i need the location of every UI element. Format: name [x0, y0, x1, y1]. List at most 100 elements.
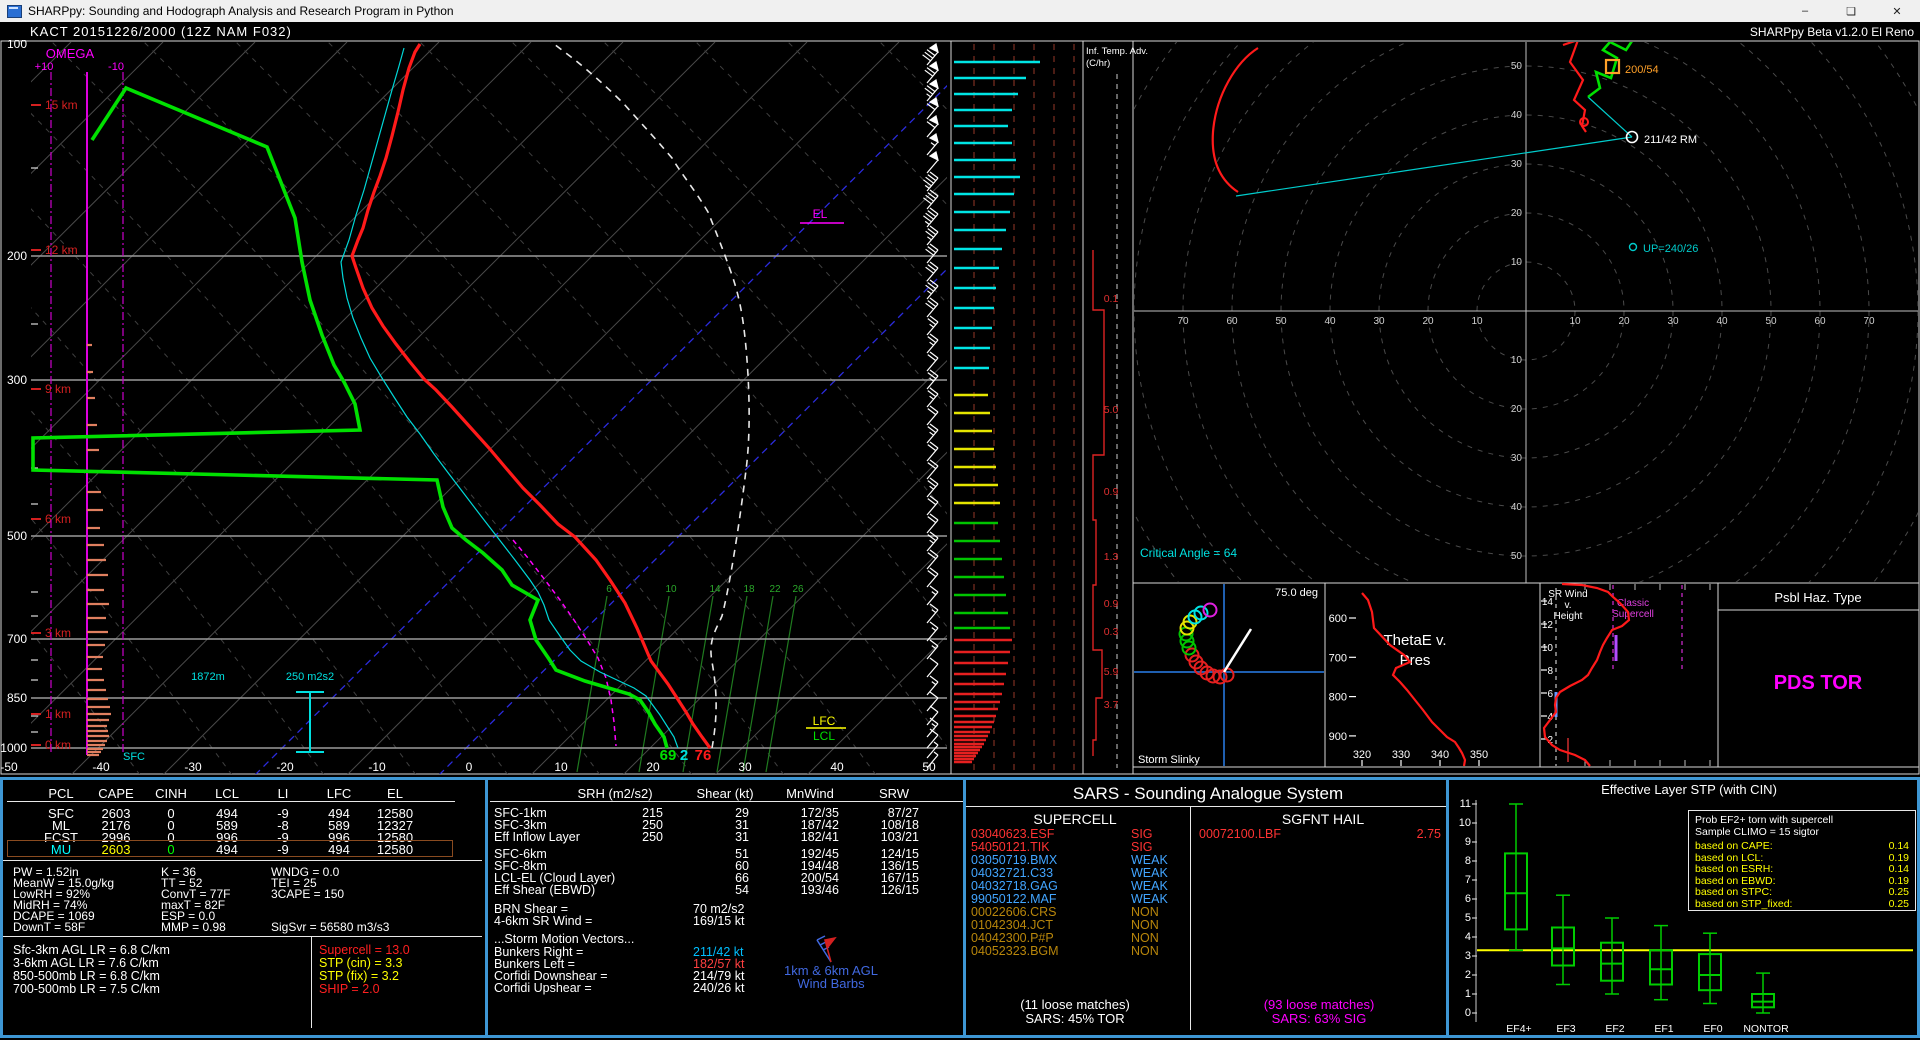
pressure-label: 200 — [7, 249, 27, 263]
isotherm-line — [0, 42, 71, 775]
pressure-label: 1000 — [0, 741, 27, 755]
stp-legend-text: based on ESRH: — [1695, 864, 1773, 875]
wind-barb — [927, 496, 938, 515]
sars-match-id: 04032721.C33 — [971, 867, 1053, 880]
wind-barb — [926, 244, 938, 263]
wind-barb — [927, 742, 938, 758]
minimize-button[interactable]: – — [1782, 0, 1828, 22]
thetae-temp-label: 350 — [1470, 749, 1488, 761]
barb-caption: Wind Barbs — [797, 977, 864, 990]
sars-match-id: 04052323.BGM — [971, 945, 1059, 958]
thetae-pressure-label: 700 — [1329, 652, 1347, 664]
srwind-height-label: 10 — [1542, 643, 1554, 654]
isotherm-line — [71, 42, 807, 775]
stp-category-label: EF4+ — [1506, 1024, 1531, 1035]
svg-text:70: 70 — [1863, 316, 1875, 327]
temp-label: 50 — [922, 760, 936, 774]
kinematics-extra-label: 4-6km SR Wind = — [494, 915, 592, 928]
wind-barb — [927, 658, 938, 677]
sfc-dewpoint-value: 69 — [660, 747, 677, 764]
dry-adiabat-line — [328, 42, 968, 775]
svg-text:50: 50 — [1765, 316, 1777, 327]
dry-adiabat-line — [0, 42, 324, 775]
app-icon — [7, 5, 22, 18]
updraft-marker — [1630, 244, 1637, 251]
stp-legend-value: 0.19 — [1889, 876, 1909, 887]
height-km-label: 12 km — [45, 243, 78, 257]
dry-adiabat-line — [144, 42, 784, 775]
separator-line — [311, 936, 312, 1028]
thetae-curve — [1362, 593, 1465, 766]
dry-adiabat-line — [0, 42, 232, 775]
inflow-height-label: 1872m — [191, 671, 225, 683]
advection-value: 0.1 — [1104, 293, 1119, 305]
stp-legend-text: Sample CLIMO = 15 sigtor — [1695, 827, 1819, 838]
sars-match-id: 99050122.MAF — [971, 893, 1056, 906]
kinematics-header: SRW — [879, 787, 909, 800]
advection-value: 5.9 — [1104, 666, 1119, 678]
main-display: 1002003005007008501000-50-40-30-20-10010… — [0, 40, 1920, 777]
slinky-tilt-vector — [1224, 629, 1251, 672]
svg-text:30: 30 — [1373, 316, 1385, 327]
isotherm-line — [0, 42, 163, 775]
srwind-height-label: 8 — [1547, 666, 1553, 677]
wind-barb — [927, 352, 938, 371]
kinematics-header: Shear (kt) — [696, 787, 753, 800]
pressure-label: 500 — [7, 529, 27, 543]
height-km-label: 3 km — [45, 626, 71, 640]
updraft-label: UP=240/26 — [1643, 243, 1698, 255]
stp-axis-label: 11 — [1460, 799, 1471, 810]
dry-adiabat-line — [0, 42, 140, 775]
isotherm-line — [439, 42, 1175, 775]
advection-value: 3.7 — [1104, 699, 1119, 711]
hazard-value: PDS TOR — [1774, 672, 1863, 694]
svg-text:70: 70 — [1177, 316, 1189, 327]
1km-6km-barb-icon — [795, 928, 855, 968]
isotherm-line — [163, 42, 899, 775]
inflow-srh-label: 250 m2s2 — [286, 671, 334, 683]
stp-legend-text: based on CAPE: — [1695, 841, 1773, 852]
sars-match-id: 00072100.LBF — [1199, 828, 1281, 841]
adv-brackets — [1093, 250, 1104, 756]
hazard-panel: Psbl Haz. Type PDS TOR — [1718, 590, 1919, 694]
parcel-table-header: PCL — [48, 787, 73, 800]
svg-text:20: 20 — [1511, 404, 1523, 415]
stp-legend-text: based on STP_fixed: — [1695, 899, 1792, 910]
thetae-pressure-label: 900 — [1329, 731, 1347, 743]
window-title: SHARPpy: Sounding and Hodograph Analysis… — [28, 4, 454, 18]
srwind-panel: 1412108642 SR Wind v. Height Classic Sup… — [1541, 584, 1710, 766]
mixing-ratio-line — [766, 596, 796, 772]
sounding-id: KACT 20151226/2000 (12Z NAM F032) — [30, 24, 292, 39]
thermo-stat: MMP = 0.98 — [161, 921, 226, 933]
srwind-title-3: Height — [1554, 611, 1583, 622]
mixing-ratio-label: 18 — [743, 584, 755, 595]
sars-match-id: 03050719.BMX — [971, 854, 1057, 867]
close-button[interactable]: ✕ — [1874, 0, 1920, 22]
kinematics-extra-value: 169/15 kt — [693, 915, 744, 928]
wind-barb — [927, 478, 938, 497]
sars-match-id: 54050121.TIK — [971, 841, 1050, 854]
sars-match-category: NON — [1131, 945, 1159, 958]
wind-barb-column — [923, 44, 938, 768]
svg-text:50: 50 — [1511, 61, 1523, 72]
separator-line — [3, 860, 482, 861]
temp-label: 10 — [554, 760, 568, 774]
skewt-axes: 1002003005007008501000-50-40-30-20-10010… — [0, 40, 936, 774]
wind-speed-panel — [954, 44, 1074, 772]
lapse-rate-stat: 3-6km AGL LR = 7.6 C/km — [13, 957, 159, 970]
parcel-table-header: LFC — [327, 787, 352, 800]
wind-barb — [927, 729, 938, 748]
sars-match-id: 03040623.ESF — [971, 828, 1054, 841]
stp-axis-label: 3 — [1465, 951, 1471, 962]
srw-value: 103/21 — [881, 831, 919, 844]
kinematics-header: SRH (m2/s2) — [577, 787, 652, 800]
sars-loose-matches: (93 loose matches) — [1264, 998, 1375, 1011]
wind-barb — [927, 604, 938, 623]
right-mover-label: 211/42 RM — [1644, 134, 1697, 146]
parcel-trace — [545, 40, 749, 748]
sars-title: SARS - Sounding Analogue System — [1073, 785, 1343, 802]
maximize-button[interactable]: ❏ — [1828, 0, 1874, 22]
svg-text:30: 30 — [1667, 316, 1679, 327]
dry-adiabat-line — [420, 42, 1060, 775]
svg-text:10: 10 — [1511, 355, 1523, 366]
